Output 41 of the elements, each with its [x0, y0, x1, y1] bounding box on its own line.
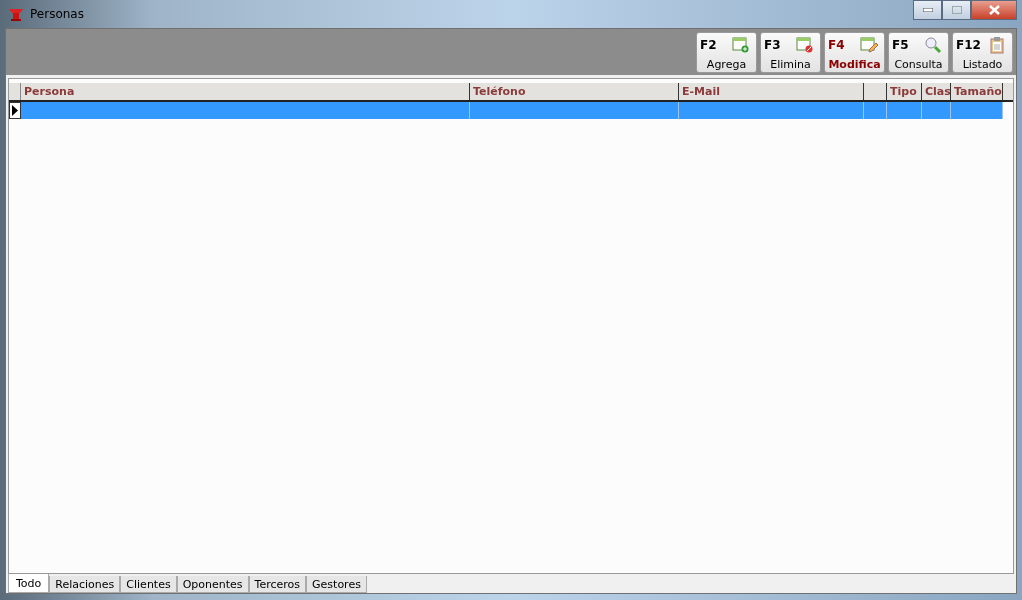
column-header[interactable]: Persona [21, 83, 470, 100]
tab[interactable]: Todo [8, 574, 50, 593]
toolbar-button[interactable]: F3 Elimina [760, 31, 821, 73]
clipboard-icon [988, 35, 1006, 54]
tab[interactable]: Terceros [248, 576, 307, 593]
column-header[interactable]: Tipo [887, 83, 922, 100]
button-label: Listado [961, 57, 1004, 71]
maximize-icon [951, 6, 962, 14]
app-icon [8, 6, 24, 22]
button-label: Elimina [769, 57, 812, 71]
window-pencil-icon [860, 35, 878, 54]
shortcut-key: F3 [764, 37, 781, 52]
toolbar-button[interactable]: F12 Listado [952, 31, 1013, 73]
toolbar-button[interactable]: F2 Agrega [696, 31, 757, 73]
search-icon [924, 35, 942, 54]
shortcut-key: F4 [828, 37, 845, 52]
column-header[interactable]: Clas [922, 83, 951, 100]
shortcut-key: F5 [892, 37, 909, 52]
minimize-icon [922, 8, 933, 12]
column-header[interactable]: Tamaño [951, 83, 1003, 100]
button-label: Modifica [827, 57, 882, 71]
tab[interactable]: Gestores [306, 576, 367, 593]
button-label: Agrega [705, 57, 748, 71]
window-title: Personas [30, 7, 84, 21]
toolbar-button[interactable]: F4 Modifica [824, 31, 885, 73]
shortcut-key: F2 [700, 37, 717, 52]
tab[interactable]: Relaciones [49, 576, 121, 593]
tab[interactable]: Clientes [120, 576, 177, 593]
maximize-button[interactable] [942, 0, 971, 20]
column-header[interactable]: Teléfono [470, 83, 679, 100]
button-label: Consulta [893, 57, 944, 71]
tab[interactable]: Oponentes [176, 576, 249, 593]
window-delete-icon [796, 35, 814, 54]
column-header[interactable]: E-Mail [679, 83, 864, 100]
close-button[interactable] [971, 0, 1017, 20]
toolbar-button[interactable]: F5 Consulta [888, 31, 949, 73]
close-icon [988, 5, 1000, 15]
shortcut-key: F12 [956, 37, 981, 52]
window-add-icon [732, 35, 750, 54]
row-pointer-icon [12, 105, 18, 116]
minimize-button[interactable] [913, 0, 942, 20]
